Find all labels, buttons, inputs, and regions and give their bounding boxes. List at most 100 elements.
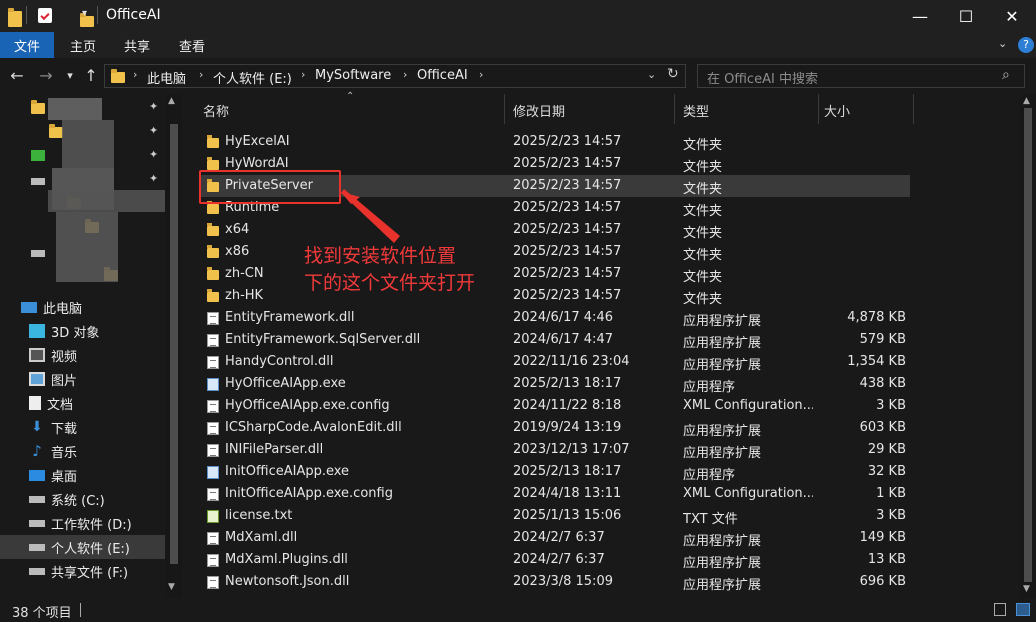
- scroll-down-icon[interactable]: ▼: [1023, 584, 1030, 594]
- back-arrow-icon[interactable]: ←: [7, 66, 27, 85]
- column-header-name[interactable]: 名称: [203, 94, 503, 126]
- tab-share[interactable]: 共享: [116, 35, 158, 55]
- ribbon-expand-icon[interactable]: ⌄: [998, 37, 1007, 50]
- sidebar-item-drive-c[interactable]: 系统 (C:): [0, 487, 165, 511]
- sidebar-item-this-pc[interactable]: 此电脑: [0, 295, 165, 319]
- minimize-button[interactable]: —: [897, 0, 943, 32]
- file-list-scrollbar[interactable]: ▲ ▼: [1020, 94, 1036, 598]
- blurred-quick-access-item[interactable]: [56, 212, 118, 282]
- table-row[interactable]: EntityFramework.dll 2024/6/17 4:46 应用程序扩展 4…: [199, 307, 910, 329]
- table-row[interactable]: InitOfficeAIApp.exe 2025/2/13 18:17 应用程序 32…: [199, 461, 910, 483]
- details-view-icon[interactable]: [994, 603, 1006, 616]
- table-row[interactable]: HyExcelAI 2025/2/23 14:57 文件夹: [199, 131, 910, 153]
- tab-home[interactable]: 主页: [62, 35, 104, 55]
- recent-locations-icon[interactable]: ▾: [60, 69, 80, 82]
- chevron-right-icon[interactable]: ›: [403, 68, 407, 81]
- table-row[interactable]: InitOfficeAIApp.exe.config 2024/4/18 13:1…: [199, 483, 910, 505]
- column-divider[interactable]: [674, 94, 675, 124]
- file-date: 2024/6/17 4:47: [513, 332, 613, 347]
- sidebar-item-label: 个人软件 (E:): [51, 541, 130, 557]
- file-icon: [207, 400, 219, 413]
- sidebar-item-desktop[interactable]: 桌面: [0, 463, 165, 487]
- table-row[interactable]: HyOfficeAIApp.exe.config 2024/11/22 8:18 X…: [199, 395, 910, 417]
- sidebar-item-label: 音乐: [51, 445, 78, 461]
- folder-icon: [207, 223, 219, 236]
- sidebar-item-documents[interactable]: 文档: [0, 391, 165, 415]
- address-dropdown-icon[interactable]: ⌄: [647, 68, 656, 81]
- file-size: 4,878 KB: [847, 310, 906, 325]
- chevron-right-icon[interactable]: ›: [133, 68, 137, 81]
- column-divider[interactable]: [504, 94, 505, 124]
- sidebar-item-drive-e[interactable]: 个人软件 (E:): [0, 535, 165, 559]
- sidebar-item-music[interactable]: ♪ 音乐: [0, 439, 165, 463]
- file-date: 2025/2/23 14:57: [513, 156, 622, 171]
- up-arrow-icon[interactable]: ↑: [81, 66, 101, 85]
- sidebar-item-downloads[interactable]: ⬇ 下载: [0, 415, 165, 439]
- table-row[interactable]: MdXaml.dll 2024/2/7 6:37 应用程序扩展 149 KB: [199, 527, 910, 549]
- forward-arrow-icon[interactable]: →: [36, 66, 56, 85]
- breadcrumb-mysoftware[interactable]: MySoftware: [315, 68, 391, 83]
- folder-icon: [207, 135, 219, 148]
- file-size: 32 KB: [867, 464, 906, 479]
- column-header-date[interactable]: 修改日期: [513, 94, 673, 126]
- chevron-right-icon[interactable]: ›: [479, 68, 483, 81]
- close-button[interactable]: ✕: [989, 0, 1035, 32]
- sidebar-item-videos[interactable]: 视频: [0, 343, 165, 367]
- customize-toolbar-icon[interactable]: ▾: [82, 8, 87, 19]
- sidebar-item-pictures[interactable]: 图片: [0, 367, 165, 391]
- file-date: 2019/9/24 13:19: [513, 420, 622, 435]
- breadcrumb-this-pc[interactable]: 此电脑: [147, 68, 186, 87]
- file-type: 应用程序扩展: [683, 314, 762, 329]
- blurred-quick-access-item[interactable]: [48, 190, 166, 212]
- table-row[interactable]: EntityFramework.SqlServer.dll 2024/6/17 4…: [199, 329, 910, 351]
- table-row[interactable]: license.txt 2025/1/13 15:06 TXT 文件 3 KB: [199, 505, 910, 527]
- drive-icon: [29, 543, 45, 551]
- application-icon: [207, 466, 219, 479]
- pin-icon[interactable]: ✦: [149, 172, 158, 185]
- file-date: 2023/3/8 15:09: [513, 574, 613, 589]
- chevron-right-icon[interactable]: ›: [199, 68, 203, 81]
- table-row[interactable]: HyOfficeAIApp.exe 2025/2/13 18:17 应用程序 438 …: [199, 373, 910, 395]
- help-button[interactable]: ?: [1018, 37, 1034, 53]
- sidebar-item-drive-d[interactable]: 工作软件 (D:): [0, 511, 165, 535]
- blurred-quick-access-item[interactable]: [62, 120, 114, 168]
- address-bar[interactable]: › 此电脑 › 个人软件 (E:) › MySoftware › OfficeA…: [104, 64, 686, 88]
- table-row[interactable]: HandyControl.dll 2022/11/16 23:04 应用程序扩展 1,…: [199, 351, 910, 373]
- pin-icon[interactable]: ✦: [149, 148, 158, 161]
- scroll-up-icon[interactable]: ▲: [168, 96, 175, 106]
- search-box[interactable]: 在 OfficeAI 中搜索 ⌕: [697, 64, 1025, 88]
- file-type: 应用程序扩展: [683, 424, 762, 439]
- pin-icon[interactable]: ✦: [149, 124, 158, 137]
- scroll-down-icon[interactable]: ▼: [168, 582, 175, 592]
- tab-view[interactable]: 查看: [170, 35, 214, 55]
- file-size: 149 KB: [859, 530, 906, 545]
- column-header-size[interactable]: 大小: [824, 94, 904, 126]
- scrollbar-thumb[interactable]: [1024, 108, 1032, 582]
- column-divider[interactable]: [913, 94, 914, 124]
- refresh-icon[interactable]: ↻: [667, 66, 679, 82]
- large-icons-view-icon[interactable]: [1016, 603, 1030, 616]
- search-input[interactable]: 在 OfficeAI 中搜索: [707, 68, 818, 87]
- column-divider[interactable]: [818, 94, 819, 124]
- column-header-type[interactable]: 类型: [683, 94, 813, 126]
- properties-icon[interactable]: [38, 8, 52, 23]
- search-icon[interactable]: ⌕: [1002, 67, 1010, 83]
- maximize-button[interactable]: ☐: [943, 0, 989, 32]
- chevron-right-icon[interactable]: ›: [301, 68, 305, 81]
- table-row[interactable]: INIFileParser.dll 2023/12/13 17:07 应用程序扩展 2…: [199, 439, 910, 461]
- tab-file[interactable]: 文件: [0, 32, 54, 58]
- file-icon: [207, 334, 219, 347]
- table-row[interactable]: ICSharpCode.AvalonEdit.dll 2019/9/24 13:1…: [199, 417, 910, 439]
- scrollbar-thumb[interactable]: [170, 124, 178, 564]
- blurred-quick-access-item[interactable]: [48, 98, 102, 120]
- scroll-up-icon[interactable]: ▲: [1023, 96, 1030, 106]
- computer-icon: [21, 301, 37, 313]
- pin-icon[interactable]: ✦: [149, 100, 158, 113]
- sidebar-item-3d-objects[interactable]: 3D 对象: [0, 319, 165, 343]
- table-row[interactable]: MdXaml.Plugins.dll 2024/2/7 6:37 应用程序扩展 13 …: [199, 549, 910, 571]
- breadcrumb-drive-e[interactable]: 个人软件 (E:): [213, 68, 292, 87]
- table-row[interactable]: Newtonsoft.Json.dll 2023/3/8 15:09 应用程序扩展 6…: [199, 571, 910, 593]
- breadcrumb-officeai[interactable]: OfficeAI: [417, 68, 468, 83]
- sidebar-item-drive-f[interactable]: 共享文件 (F:): [0, 559, 165, 583]
- sidebar-item-label: 3D 对象: [51, 325, 100, 341]
